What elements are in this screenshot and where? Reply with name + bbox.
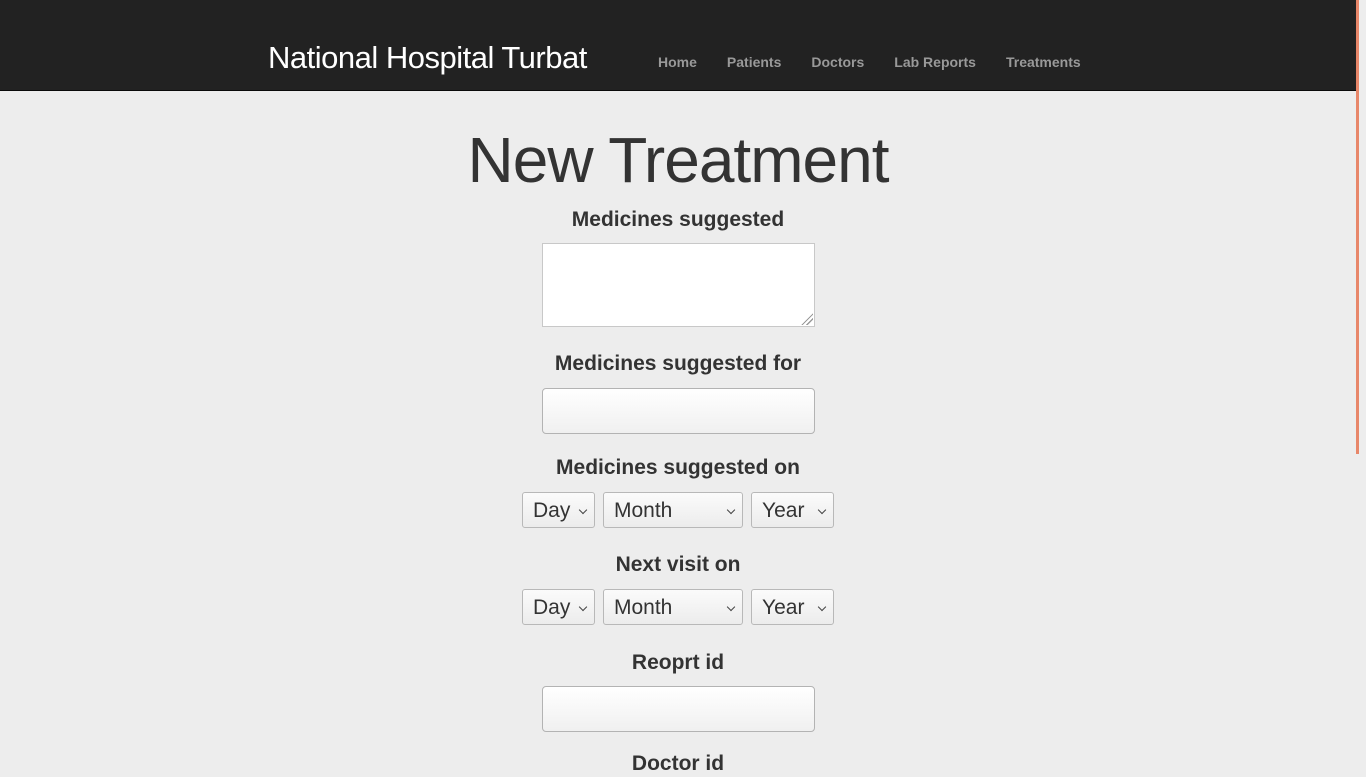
- suggested-on-year-select[interactable]: Year: [751, 492, 834, 528]
- nav-menu: Home Patients Doctors Lab Reports Treatm…: [643, 50, 1096, 74]
- medicines-suggested-on-label: Medicines suggested on: [556, 456, 800, 479]
- next-visit-day-value: Day: [533, 596, 571, 619]
- report-id-input[interactable]: [542, 686, 815, 732]
- top-navbar: National Hospital Turbat Home Patients D…: [0, 0, 1356, 91]
- nav-patients-link[interactable]: Patients: [712, 50, 796, 74]
- doctor-id-label: Doctor id: [631, 752, 725, 775]
- suggested-on-month-value: Month: [614, 499, 673, 522]
- nav-home-link[interactable]: Home: [643, 50, 712, 74]
- medicines-suggested-label: Medicines suggested: [571, 208, 785, 231]
- nav-doctors-link[interactable]: Doctors: [796, 50, 879, 74]
- brand-link[interactable]: National Hospital Turbat: [268, 38, 587, 78]
- report-id-label: Reoprt id: [631, 651, 725, 674]
- next-visit-day-select[interactable]: Day: [522, 589, 595, 625]
- suggested-on-day-select[interactable]: Day: [522, 492, 595, 528]
- medicines-suggested-textarea[interactable]: [542, 243, 815, 327]
- scrollbar-thumb[interactable]: [1356, 0, 1366, 454]
- scrollbar-track[interactable]: [1356, 0, 1366, 768]
- nav-lab-reports-link[interactable]: Lab Reports: [879, 50, 991, 74]
- medicines-suggested-for-input[interactable]: [542, 388, 815, 434]
- suggested-on-day-value: Day: [533, 499, 571, 522]
- next-visit-month-value: Month: [614, 596, 673, 619]
- chevron-down-icon: [578, 602, 588, 612]
- suggested-on-year-value: Year: [762, 499, 805, 522]
- chevron-down-icon: [726, 505, 736, 515]
- next-visit-month-select[interactable]: Month: [603, 589, 743, 625]
- resize-grip-icon[interactable]: [801, 313, 813, 325]
- chevron-down-icon: [817, 505, 827, 515]
- suggested-on-month-select[interactable]: Month: [603, 492, 743, 528]
- chevron-down-icon: [578, 505, 588, 515]
- next-visit-year-select[interactable]: Year: [751, 589, 834, 625]
- chevron-down-icon: [726, 602, 736, 612]
- chevron-down-icon: [817, 602, 827, 612]
- next-visit-on-label: Next visit on: [615, 553, 741, 576]
- page-title: New Treatment: [467, 124, 890, 196]
- next-visit-year-value: Year: [762, 596, 805, 619]
- nav-treatments-link[interactable]: Treatments: [991, 50, 1096, 74]
- medicines-suggested-for-label: Medicines suggested for: [554, 352, 802, 375]
